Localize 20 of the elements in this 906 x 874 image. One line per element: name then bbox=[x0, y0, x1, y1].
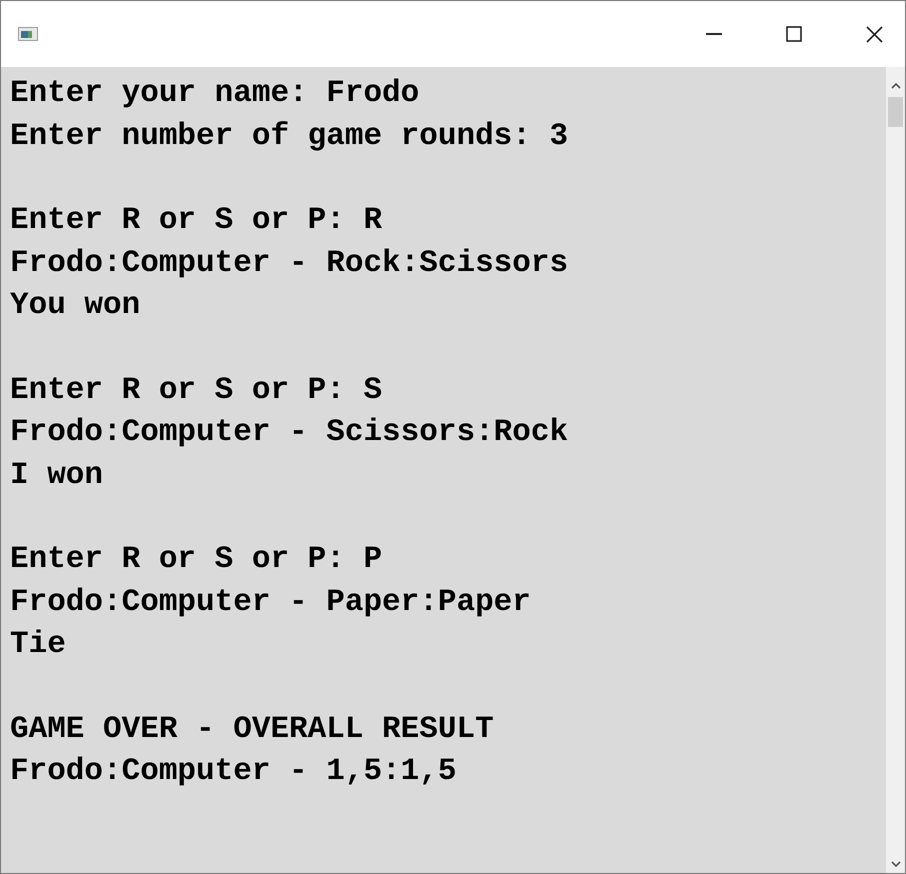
console-line: Frodo:Computer - Scissors:Rock bbox=[10, 414, 568, 452]
console-line: Enter your name: Frodo bbox=[10, 75, 420, 113]
console-line: Frodo:Computer - Paper:Paper bbox=[10, 584, 531, 622]
console-line: Enter R or S or P: P bbox=[10, 541, 382, 579]
app-icon bbox=[18, 27, 38, 41]
console-line: Enter number of game rounds: 3 bbox=[10, 118, 568, 156]
close-icon[interactable] bbox=[866, 26, 883, 42]
console-line: You won bbox=[10, 287, 140, 325]
console-line: Enter R or S or P: S bbox=[10, 372, 382, 410]
console-line: Frodo:Computer - Rock:Scissors bbox=[10, 244, 568, 282]
scroll-up-icon[interactable] bbox=[890, 83, 900, 89]
console-line: I won bbox=[10, 456, 104, 494]
console-line: Frodo:Computer - 1,5:1,5 bbox=[10, 753, 456, 791]
scroll-down-icon[interactable] bbox=[890, 861, 900, 867]
console-line: Enter R or S or P: R bbox=[10, 202, 382, 240]
scrollbar-thumb[interactable] bbox=[888, 97, 903, 127]
scrollbar[interactable] bbox=[886, 67, 905, 873]
maximize-icon[interactable] bbox=[786, 26, 802, 42]
console-line: GAME OVER - OVERALL RESULT bbox=[10, 710, 494, 748]
console-line: Tie bbox=[10, 626, 66, 664]
